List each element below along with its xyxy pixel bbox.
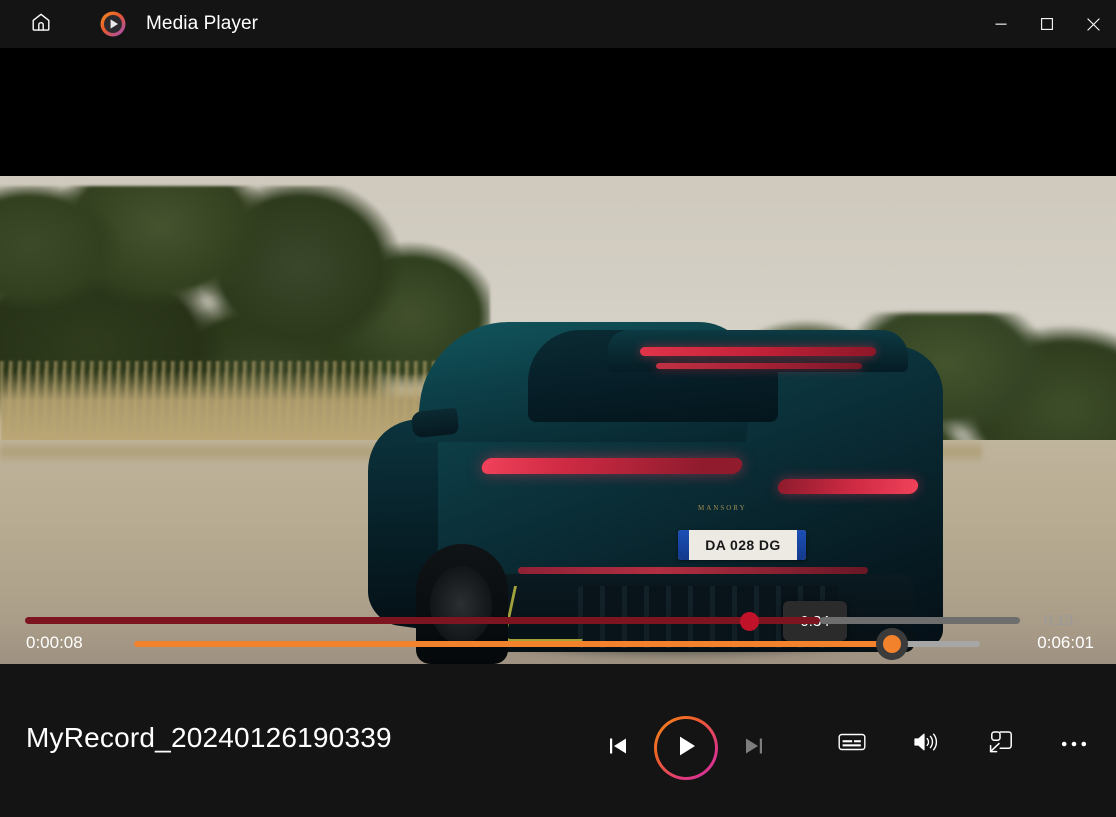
close-button[interactable] [1070,0,1116,48]
seek-thumb[interactable] [876,628,908,660]
maximize-button[interactable] [1024,0,1070,48]
more-options-button[interactable] [1048,716,1100,772]
home-icon [30,11,52,38]
car-spoiler-light-secondary [656,363,862,369]
play-button[interactable] [654,716,718,780]
car-side-mirror [411,408,459,439]
recording-track[interactable] [820,617,1020,624]
volume-button[interactable] [900,716,952,772]
minimize-icon [995,18,1007,30]
play-icon [673,733,699,764]
car-taillight-left [480,458,744,474]
transport-controls [590,716,782,780]
mini-player-icon [986,729,1014,760]
recording-progress-fill [25,617,820,624]
car-brand-badge: MANSORY [698,504,747,512]
mini-player-button[interactable] [974,716,1026,772]
plate-number: DA 028 DG [689,537,797,553]
car-diffuser-light [518,567,868,574]
page-title: Media Player [146,13,258,35]
car-spoiler-light [640,347,876,356]
seek-thumb-dot [883,635,901,653]
home-button[interactable] [18,8,64,40]
media-player-logo-icon [98,9,128,39]
seek-progress-fill [134,641,894,647]
video-stage[interactable]: MANSORY DA 028 DG 0:34 [0,48,1116,664]
subtitles-button[interactable] [826,716,878,772]
subtitles-icon [838,730,866,759]
seek-bar-row: 0:00:08 0:06:01 [0,624,1116,664]
control-bar: MyRecord_20240126190339 [0,664,1116,817]
previous-button[interactable] [590,720,646,776]
next-button[interactable] [726,720,782,776]
next-track-icon [742,734,766,763]
letterbox-top [0,48,1116,176]
seek-slider[interactable] [134,638,980,650]
secondary-controls [826,716,1100,772]
close-icon [1087,18,1100,31]
elapsed-time: 0:00:08 [26,633,83,653]
previous-track-icon [606,734,630,763]
title-bar: Media Player [0,0,1116,48]
plate-eu-band-right [797,530,806,560]
maximize-icon [1041,18,1053,30]
plate-eu-band-left [678,530,689,560]
video-frame: MANSORY DA 028 DG [0,176,1116,664]
media-player-window: Media Player [0,0,1116,817]
car-taillight-right [777,479,920,494]
window-controls [978,0,1116,48]
more-horizontal-icon [1061,735,1087,753]
scene-car: MANSORY DA 028 DG [378,242,978,664]
volume-icon [912,730,940,759]
total-time: 0:06:01 [1037,633,1094,653]
minimize-button[interactable] [978,0,1024,48]
media-file-name: MyRecord_20240126190339 [26,722,392,754]
car-license-plate: DA 028 DG [678,530,806,560]
